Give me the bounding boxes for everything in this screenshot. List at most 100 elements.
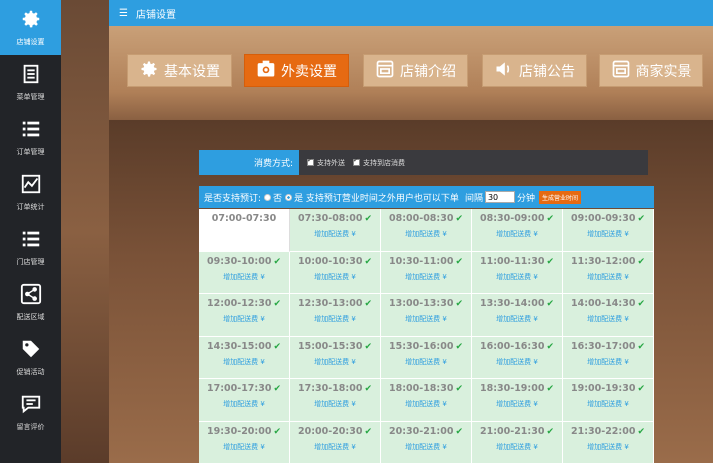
time-slot[interactable]: 21:00-21:30 ✔ 增加配送费 ¥ — [472, 421, 563, 463]
check-icon: ✔ — [546, 384, 554, 394]
add-delivery-fee-link[interactable]: 增加配送费 ¥ — [405, 357, 447, 367]
time-slot[interactable]: 19:30-20:00 ✔ 增加配送费 ¥ — [199, 421, 290, 463]
time-slot[interactable]: 11:30-12:00 ✔ 增加配送费 ¥ — [563, 251, 654, 294]
menu-icon[interactable]: ☰ — [119, 8, 128, 19]
tab-3[interactable]: 店铺公告 — [482, 54, 587, 87]
time-slot[interactable]: 14:30-15:00 ✔ 增加配送费 ¥ — [199, 336, 290, 379]
time-slot[interactable]: 08:00-08:30 ✔ 增加配送费 ¥ — [381, 209, 472, 252]
delivery-option-label: 支持外送 — [317, 158, 345, 167]
time-slot[interactable]: 17:30-18:00 ✔ 增加配送费 ¥ — [290, 379, 381, 422]
add-delivery-fee-link[interactable]: 增加配送费 ¥ — [405, 272, 447, 282]
check-icon: ✔ — [364, 426, 372, 437]
sidebar-item-7[interactable]: 留言评价 — [0, 385, 61, 440]
tab-4[interactable]: 商家实景 — [599, 54, 703, 87]
sidebar-item-label: 菜单管理 — [16, 93, 45, 101]
time-slot[interactable]: 13:00-13:30 ✔ 增加配送费 ¥ — [381, 294, 472, 337]
add-delivery-fee-link[interactable]: 增加配送费 ¥ — [314, 314, 356, 324]
add-delivery-fee-link[interactable]: 增加配送费 ¥ — [405, 314, 447, 324]
sidebar-item-label: 订单统计 — [16, 203, 45, 211]
reservation-yes-radio[interactable] — [285, 193, 293, 201]
add-delivery-fee-link[interactable]: 增加配送费 ¥ — [314, 272, 356, 282]
time-slot[interactable]: 12:00-12:30 ✔ 增加配送费 ¥ — [199, 294, 290, 337]
slot-time: 14:00-14:30 ✔ — [571, 298, 645, 309]
add-delivery-fee-link[interactable]: 增加配送费 ¥ — [223, 272, 265, 282]
interval-input[interactable] — [484, 191, 515, 203]
time-slot[interactable]: 17:00-17:30 ✔ 增加配送费 ¥ — [199, 379, 290, 422]
time-slot[interactable]: 10:30-11:00 ✔ 增加配送费 ¥ — [381, 251, 472, 294]
sidebar-item-0[interactable]: 店铺设置 — [0, 0, 61, 55]
time-slot[interactable]: 08:30-09:00 ✔ 增加配送费 ¥ — [472, 209, 563, 252]
sidebar-item-label: 留言评价 — [16, 423, 45, 431]
add-delivery-fee-link[interactable]: 增加配送费 ¥ — [496, 357, 538, 367]
add-delivery-fee-link[interactable]: 增加配送费 ¥ — [314, 442, 356, 452]
tab-1[interactable]: 外卖设置 — [244, 54, 349, 87]
check-icon: ✔ — [637, 341, 645, 352]
add-delivery-fee-link[interactable]: 增加配送费 ¥ — [587, 357, 629, 367]
add-delivery-fee-link[interactable]: 增加配送费 ¥ — [496, 314, 538, 324]
add-delivery-fee-link[interactable]: 增加配送费 ¥ — [405, 442, 447, 452]
delivery-checkbox[interactable] — [307, 156, 314, 166]
slot-time: 10:00-10:30 ✔ — [298, 255, 372, 267]
slot-time: 12:00-12:30 ✔ — [207, 298, 281, 309]
add-delivery-fee-link[interactable]: 增加配送费 ¥ — [405, 229, 447, 239]
time-slot[interactable]: 18:00-18:30 ✔ 增加配送费 ¥ — [381, 379, 472, 422]
time-slot[interactable]: 21:30-22:00 ✔ 增加配送费 ¥ — [563, 421, 654, 463]
slot-time: 08:30-09:00 ✔ — [480, 213, 554, 224]
reservation-no-radio[interactable] — [264, 193, 272, 201]
check-icon: ✔ — [546, 299, 554, 309]
add-delivery-fee-link[interactable]: 增加配送费 ¥ — [314, 399, 356, 409]
time-slot[interactable]: 15:30-16:00 ✔ 增加配送费 ¥ — [381, 336, 472, 379]
time-slot[interactable]: 11:00-11:30 ✔ 增加配送费 ¥ — [472, 251, 563, 294]
sidebar-item-4[interactable]: 门店管理 — [0, 220, 61, 275]
time-slot[interactable]: 18:30-19:00 ✔ 增加配送费 ¥ — [472, 379, 563, 422]
add-delivery-fee-link[interactable]: 增加配送费 ¥ — [223, 399, 265, 409]
time-slot[interactable]: 20:00-20:30 ✔ 增加配送费 ¥ — [290, 421, 381, 463]
generate-hours-button[interactable]: 生成营业时间 — [538, 190, 581, 204]
time-slot[interactable]: 14:00-14:30 ✔ 增加配送费 ¥ — [563, 294, 654, 337]
sidebar-item-3[interactable]: 订单统计 — [0, 165, 61, 220]
check-icon: ✔ — [273, 384, 281, 394]
add-delivery-fee-link[interactable]: 增加配送费 ¥ — [496, 229, 538, 239]
time-slot[interactable]: 13:30-14:00 ✔ 增加配送费 ¥ — [472, 294, 563, 337]
add-delivery-fee-link[interactable]: 增加配送费 ¥ — [223, 357, 265, 367]
tab-2[interactable]: 店铺介绍 — [363, 54, 468, 87]
check-icon: ✔ — [455, 256, 463, 267]
add-delivery-fee-link[interactable]: 增加配送费 ¥ — [587, 442, 629, 452]
check-icon: ✔ — [273, 299, 281, 309]
time-slot[interactable]: 16:00-16:30 ✔ 增加配送费 ¥ — [472, 336, 563, 379]
time-slot[interactable]: 07:30-08:00 ✔ 增加配送费 ¥ — [290, 209, 381, 252]
add-delivery-fee-link[interactable]: 增加配送费 ¥ — [496, 272, 538, 282]
slot-time: 17:30-18:00 ✔ — [298, 383, 372, 394]
time-slot[interactable]: 15:00-15:30 ✔ 增加配送费 ¥ — [290, 336, 381, 379]
add-delivery-fee-link[interactable]: 增加配送费 ¥ — [587, 314, 629, 324]
time-slot[interactable]: 12:30-13:00 ✔ 增加配送费 ¥ — [290, 294, 381, 337]
add-delivery-fee-link[interactable]: 增加配送费 ¥ — [496, 442, 538, 452]
add-delivery-fee-link[interactable]: 增加配送费 ¥ — [314, 229, 356, 239]
time-slot[interactable]: 19:00-19:30 ✔ 增加配送费 ¥ — [563, 379, 654, 422]
add-delivery-fee-link[interactable]: 增加配送费 ¥ — [587, 272, 629, 282]
sidebar-item-1[interactable]: 菜单管理 — [0, 55, 61, 110]
time-slot[interactable]: 09:30-10:00 ✔ 增加配送费 ¥ — [199, 251, 290, 294]
time-slot[interactable]: 10:00-10:30 ✔ 增加配送费 ¥ — [290, 251, 381, 294]
time-slot[interactable]: 07:00-07:30 — [199, 209, 290, 252]
check-icon: ✔ — [637, 426, 645, 437]
check-icon: ✔ — [455, 214, 463, 224]
add-delivery-fee-link[interactable]: 增加配送费 ¥ — [587, 399, 629, 409]
time-slot[interactable]: 16:30-17:00 ✔ 增加配送费 ¥ — [563, 336, 654, 379]
add-delivery-fee-link[interactable]: 增加配送费 ¥ — [405, 399, 447, 409]
check-icon: ✔ — [364, 384, 372, 394]
tab-0[interactable]: 基本设置 — [127, 54, 232, 87]
time-slot[interactable]: 20:30-21:00 ✔ 增加配送费 ¥ — [381, 421, 472, 463]
sidebar-item-5[interactable]: 配送区域 — [0, 275, 61, 330]
sidebar-item-6[interactable]: 促销活动 — [0, 330, 61, 385]
message-icon — [20, 393, 42, 418]
sidebar-item-2[interactable]: 订单管理 — [0, 110, 61, 165]
add-delivery-fee-link[interactable]: 增加配送费 ¥ — [496, 399, 538, 409]
time-slot[interactable]: 09:00-09:30 ✔ 增加配送费 ¥ — [563, 209, 654, 252]
dine-in-checkbox[interactable] — [353, 156, 360, 166]
add-delivery-fee-link[interactable]: 增加配送费 ¥ — [223, 442, 265, 452]
add-delivery-fee-link[interactable]: 增加配送费 ¥ — [223, 314, 265, 324]
add-delivery-fee-link[interactable]: 增加配送费 ¥ — [587, 229, 629, 239]
sidebar-item-label: 促销活动 — [16, 368, 45, 376]
add-delivery-fee-link[interactable]: 增加配送费 ¥ — [314, 357, 356, 367]
